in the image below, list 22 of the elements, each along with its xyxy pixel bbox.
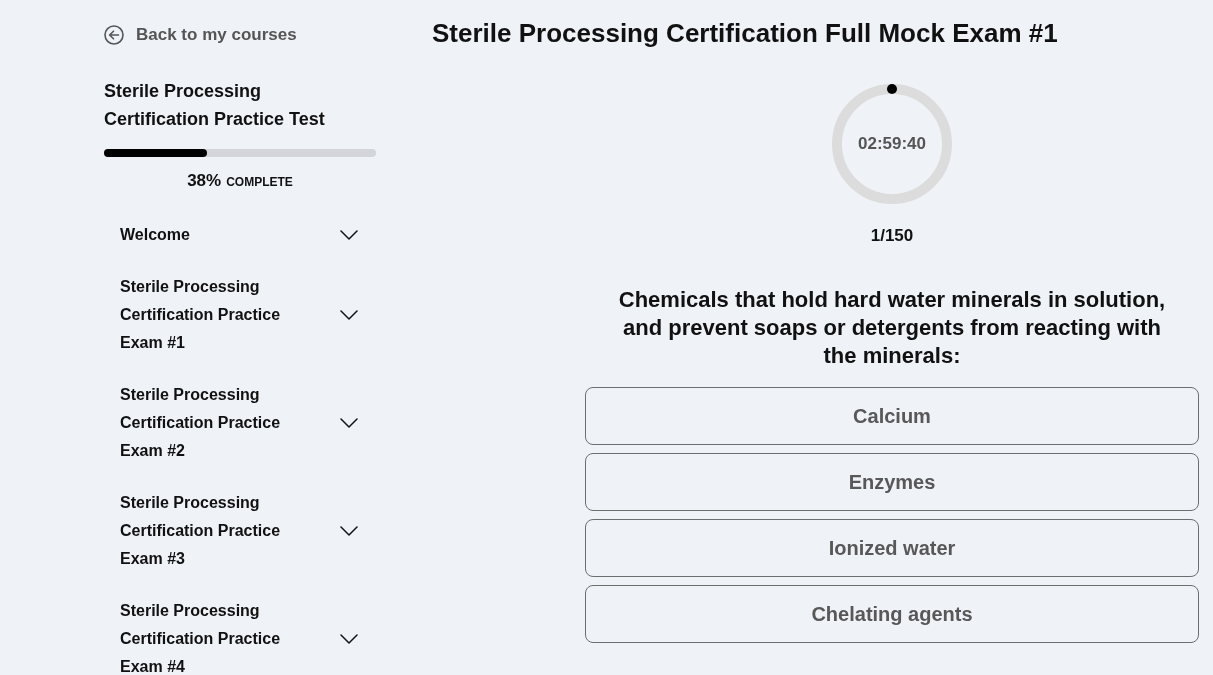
chevron-down-icon[interactable]: [340, 230, 358, 240]
chevron-down-icon[interactable]: [340, 526, 358, 536]
section-title[interactable]: Sterile Processing Certification Practice Exam #2: [120, 381, 310, 465]
course-title: Sterile Processing Certification Practice Test: [104, 80, 326, 131]
answer-option[interactable]: Enzymes: [585, 453, 1199, 511]
answer-option[interactable]: Chelating agents: [585, 585, 1199, 643]
chevron-down-icon[interactable]: [340, 634, 358, 644]
section-title[interactable]: Welcome: [120, 221, 310, 249]
section-title[interactable]: Sterile Processing Certification Practice Exam #4: [120, 597, 310, 675]
question-text: Chemicals that hold hard water minerals in solution, and prevent soaps or detergents from reacting with the minerals:: [617, 286, 1167, 370]
chevron-down-icon[interactable]: [340, 418, 358, 428]
progress-percent: 38%: [187, 170, 222, 192]
answer-option[interactable]: Ionized water: [585, 519, 1199, 577]
timer-text: 02:59:40: [857, 133, 927, 155]
back-link[interactable]: Back to my courses: [104, 23, 297, 47]
exam-title: Sterile Processing Certification Full Mock Exam #1: [432, 17, 1058, 49]
section-title[interactable]: Sterile Processing Certification Practice Exam #3: [120, 489, 310, 573]
question-counter: 1/150: [870, 225, 914, 247]
chevron-down-icon[interactable]: [340, 310, 358, 320]
answer-option[interactable]: Calcium: [585, 387, 1199, 445]
progress-label: COMPLETE: [226, 174, 293, 191]
section-title[interactable]: Sterile Processing Certification Practice Exam #1: [120, 273, 310, 357]
